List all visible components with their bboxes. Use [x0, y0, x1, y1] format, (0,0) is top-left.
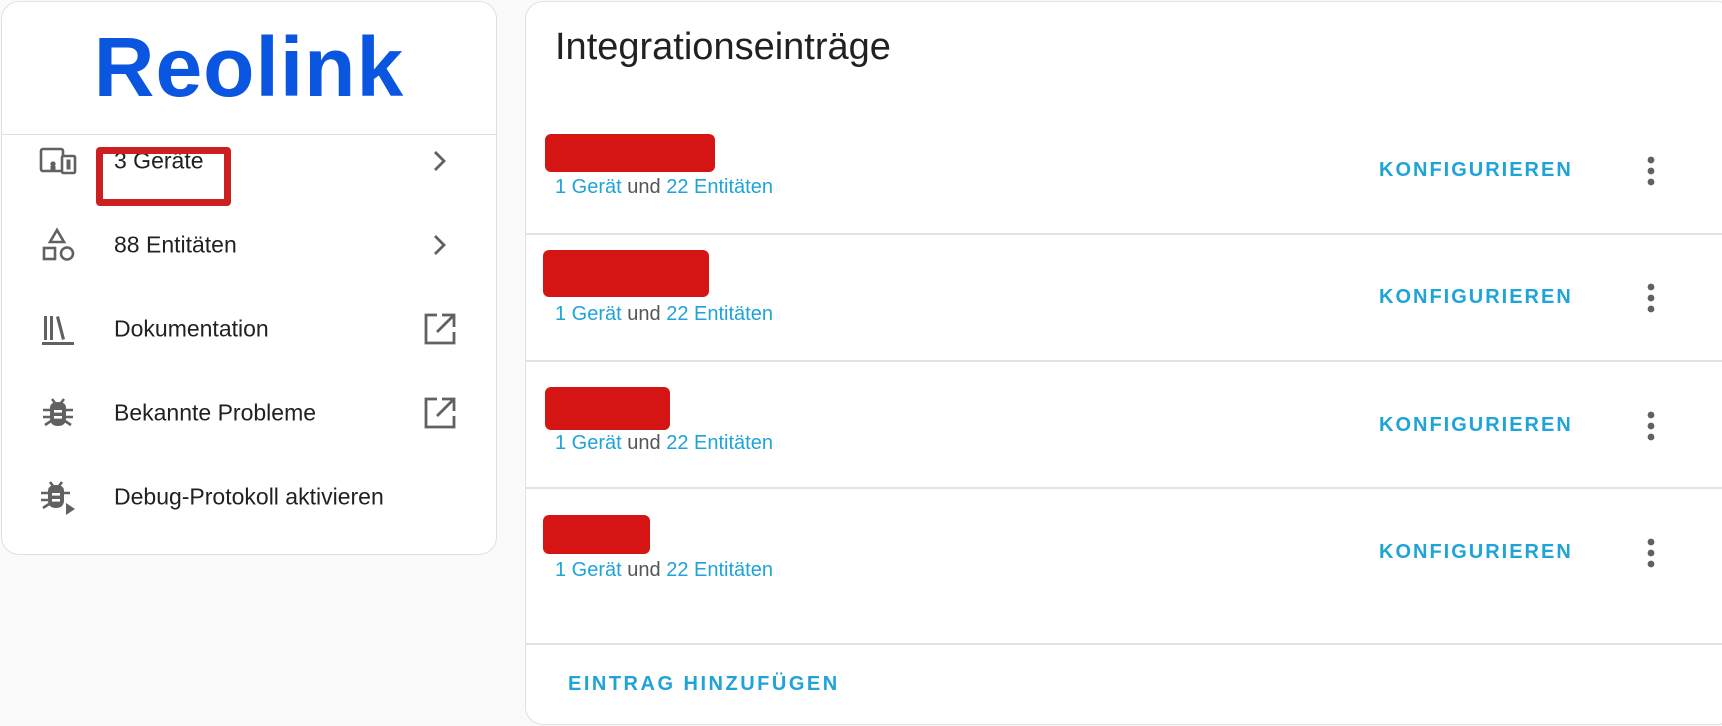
chevron-right-icon	[420, 225, 460, 265]
entity-count-link[interactable]: 22 Entitäten	[666, 176, 773, 198]
devices-label: 3 Geräte	[114, 147, 204, 174]
integration-entries-card: Integrationseinträge 1 Gerät und 22 Enti…	[525, 1, 1722, 725]
svg-text:Reolink: Reolink	[94, 28, 404, 108]
enable-debug-logging-label: Debug-Protokoll aktivieren	[114, 483, 384, 510]
enable-debug-logging[interactable]: Debug-Protokoll aktivieren	[2, 455, 496, 539]
device-count-link[interactable]: 1 Gerät	[555, 432, 622, 454]
entity-count-link[interactable]: 22 Entitäten	[666, 559, 773, 581]
device-count-link[interactable]: 1 Gerät	[555, 303, 622, 325]
documentation-link[interactable]: Dokumentation	[2, 287, 496, 371]
entry-meta: 1 Gerät und 22 Entitäten	[555, 432, 773, 455]
redacted-entry-name	[543, 250, 709, 297]
integration-entry: 1 Gerät und 22 Entitäten KONFIGURIEREN	[526, 108, 1722, 235]
device-count-link[interactable]: 1 Gerät	[555, 559, 622, 581]
reolink-logo: Reolink	[2, 2, 496, 135]
integration-entry: 1 Gerät und 22 Entitäten KONFIGURIEREN	[526, 489, 1722, 616]
shapes-icon	[38, 225, 78, 265]
redacted-entry-name	[545, 387, 670, 430]
entry-meta-and: und	[627, 176, 661, 198]
more-options-icon[interactable]	[1630, 277, 1672, 319]
card-actions-divider	[526, 643, 1722, 645]
bookshelf-icon	[38, 309, 78, 349]
entities-link[interactable]: 88 Entitäten	[2, 203, 496, 287]
known-issues-link[interactable]: Bekannte Probleme	[2, 371, 496, 455]
reolink-logo-wordmark: Reolink	[94, 28, 404, 108]
known-issues-label: Bekannte Probleme	[114, 399, 317, 426]
more-options-icon[interactable]	[1630, 150, 1672, 192]
entities-label: 88 Entitäten	[114, 231, 237, 258]
configure-button[interactable]: KONFIGURIEREN	[1379, 414, 1573, 437]
documentation-label: Dokumentation	[114, 315, 269, 342]
configure-button[interactable]: KONFIGURIEREN	[1379, 159, 1573, 182]
integration-entry: 1 Gerät und 22 Entitäten KONFIGURIEREN	[526, 235, 1722, 362]
entry-meta-and: und	[627, 559, 661, 581]
entry-meta-and: und	[627, 303, 661, 325]
more-options-icon[interactable]	[1630, 405, 1672, 447]
integration-info-card: Reolink 3 Geräte 88 Entitäten Dokumentat…	[1, 1, 497, 555]
redacted-entry-name	[545, 134, 715, 172]
entity-count-link[interactable]: 22 Entitäten	[666, 303, 773, 325]
entry-meta: 1 Gerät und 22 Entitäten	[555, 559, 773, 582]
device-count-link[interactable]: 1 Gerät	[555, 176, 622, 198]
add-entry-button[interactable]: EINTRAG HINZUFÜGEN	[568, 673, 840, 696]
entry-meta: 1 Gerät und 22 Entitäten	[555, 176, 773, 199]
entry-meta-and: und	[627, 432, 661, 454]
devices-link[interactable]: 3 Geräte	[2, 119, 496, 203]
entry-meta: 1 Gerät und 22 Entitäten	[555, 303, 773, 326]
more-options-icon[interactable]	[1630, 532, 1672, 574]
integration-entry: 1 Gerät und 22 Entitäten KONFIGURIEREN	[526, 362, 1722, 489]
page-title: Integrationseinträge	[555, 26, 891, 68]
chevron-right-icon	[420, 141, 460, 181]
configure-button[interactable]: KONFIGURIEREN	[1379, 286, 1573, 309]
redacted-entry-name	[543, 515, 650, 554]
open-in-new-icon	[420, 393, 460, 433]
bug-play-icon	[38, 477, 78, 517]
devices-icon	[38, 141, 78, 181]
configure-button[interactable]: KONFIGURIEREN	[1379, 541, 1573, 564]
bug-icon	[38, 393, 78, 433]
entity-count-link[interactable]: 22 Entitäten	[666, 432, 773, 454]
open-in-new-icon	[420, 309, 460, 349]
